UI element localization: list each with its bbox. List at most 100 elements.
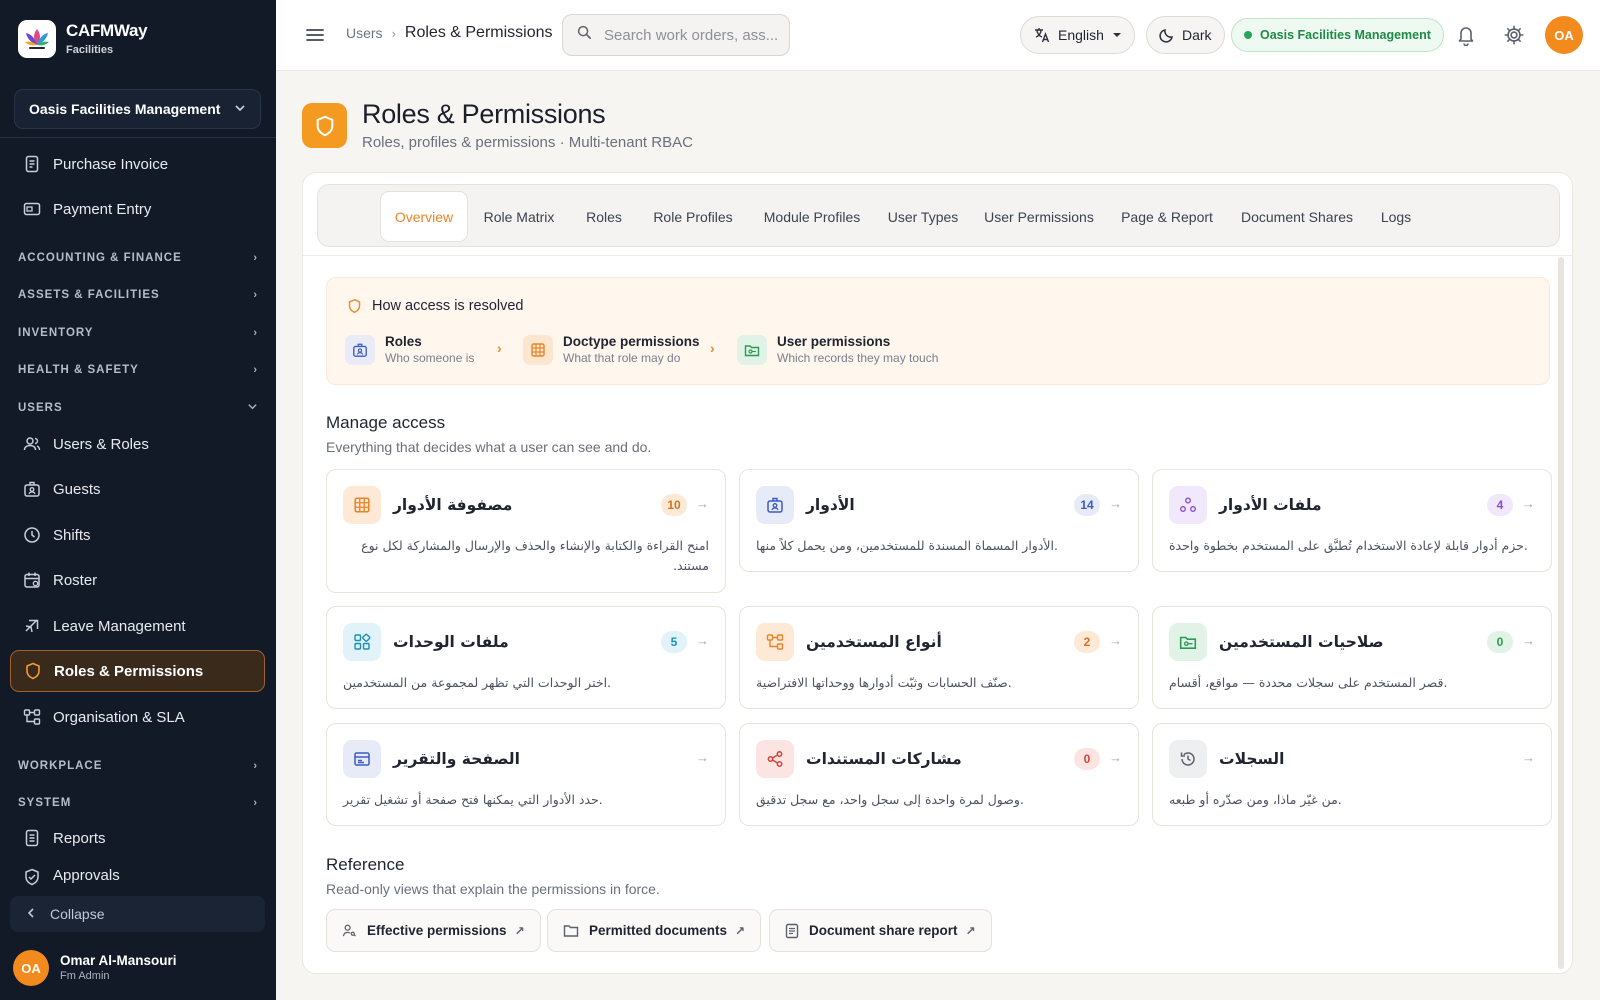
hamburger-menu-icon[interactable] [304,24,326,51]
sidebar-item-purchase-invoice[interactable]: Purchase Invoice [10,143,265,185]
tenant-select[interactable]: Oasis Facilities Management [14,89,261,129]
page-shield-icon [302,103,347,148]
chevron-right-icon: › [253,252,258,264]
sidebar-item-label: Shifts [53,526,91,544]
arrow-right-icon: → [1109,750,1122,765]
flow-step-doctype-permissions: Doctype permissions What that role may d… [523,334,700,366]
badge-icon [756,486,794,524]
section-assets-facilities[interactable]: ASSETS & FACILITIES › [18,284,258,306]
sidebar: CAFMWay Facilities Oasis Facilities Mana… [0,0,276,1000]
section-health-safety[interactable]: HEALTH & SAFETY › [18,359,258,381]
tab-page-report[interactable]: Page & Report [1112,191,1222,242]
section-accounting-finance[interactable]: ACCOUNTING & FINANCE › [18,247,258,269]
breadcrumb-separator-icon: › [391,25,396,41]
external-link-icon: ↗ [735,923,746,938]
tabs-divider [303,255,1572,256]
guest-badge-icon [22,479,42,499]
tab-document-shares[interactable]: Document Shares [1232,191,1362,242]
language-label: English [1058,27,1104,43]
page-subtitle: Roles, profiles & permissions · Multi-te… [362,134,693,151]
tab-bar: Overview Role Matrix Roles Role Profiles… [317,184,1560,247]
document-share-report-button[interactable]: Document share report ↗ [769,909,992,952]
tab-role-matrix[interactable]: Role Matrix [474,191,564,242]
search-input[interactable] [604,26,784,44]
card-user-types[interactable]: أنواع المستخدمين 2 → .صنّف الحسابات وثبّ… [739,606,1139,709]
section-users[interactable]: USERS [18,397,258,419]
arrow-right-icon: → [1522,496,1535,511]
sidebar-item-leave-management[interactable]: Leave Management [10,605,265,647]
card-role-matrix[interactable]: مصفوفة الأدوار 10 → امنح القراءة والكتاب… [326,469,726,593]
sidebar-item-users-roles[interactable]: Users & Roles [10,423,265,465]
sidebar-item-reports[interactable]: Reports [10,817,265,859]
tab-user-permissions[interactable]: User Permissions [976,191,1102,242]
section-label: USERS [18,402,63,414]
section-workplace[interactable]: WORKPLACE › [18,755,258,777]
access-resolution-title: How access is resolved [347,298,524,314]
id-badge-icon [345,335,375,366]
section-label: WORKPLACE [18,760,103,772]
tab-roles[interactable]: Roles [574,191,634,242]
button-label: Document share report [809,923,958,938]
collapse-button[interactable]: Collapse [10,896,265,932]
card-description: امنح القراءة والكتابة والإنشاء والحذف وا… [361,538,709,573]
external-link-icon: ↗ [514,923,525,938]
chevron-right-icon: › [497,340,502,356]
tab-logs[interactable]: Logs [1372,191,1420,242]
document-icon [785,923,799,939]
theme-toggle[interactable]: Dark [1146,16,1225,54]
bell-icon[interactable] [1456,24,1476,51]
org-chart-icon [22,707,42,727]
section-system[interactable]: SYSTEM › [18,792,258,814]
card-document-shares[interactable]: مشاركات المستندات 0 → .وصول لمرة واحدة إ… [739,723,1139,826]
effective-permissions-button[interactable]: Effective permissions ↗ [326,909,541,952]
section-label: HEALTH & SAFETY [18,364,139,376]
card-roles[interactable]: الأدوار 14 → .الأدوار المسماة المسندة لل… [739,469,1139,572]
invoice-icon [22,154,42,174]
sidebar-item-guests[interactable]: Guests [10,468,265,510]
card-title: السجلات [1219,750,1285,768]
sidebar-user[interactable]: OA Omar Al-Mansouri Fm Admin [13,950,177,986]
card-page-report[interactable]: الصفحة والتقرير → .حدد الأدوار التي يمكن… [326,723,726,826]
section-inventory[interactable]: INVENTORY › [18,322,258,344]
card-description: .حزم أدوار قابلة لإعادة الاستخدام تُطبَّ… [1169,538,1528,553]
count-badge: 0 [1074,748,1100,770]
breadcrumb-users[interactable]: Users [346,25,383,41]
permitted-documents-button[interactable]: Permitted documents ↗ [547,909,762,952]
language-select[interactable]: English [1020,16,1135,54]
card-user-permissions[interactable]: صلاحيات المستخدمين 0 → .قصر المستخدم على… [1152,606,1552,709]
search-box[interactable] [562,14,790,56]
brand[interactable]: CAFMWay Facilities [18,20,148,58]
sidebar-item-roles-permissions[interactable]: Roles & Permissions [10,650,265,692]
breadcrumb-current: Roles & Permissions [404,24,553,41]
flow-step-title: Doctype permissions [563,334,700,349]
flow-step-subtitle: Who someone is [385,350,475,365]
sidebar-item-approvals[interactable]: Approvals [10,863,265,889]
button-label: Permitted documents [589,923,728,938]
button-label: Effective permissions [367,923,507,938]
sidebar-item-payment-entry[interactable]: Payment Entry [10,188,265,230]
sidebar-item-shifts[interactable]: Shifts [10,514,265,556]
card-description: .الأدوار المسماة المسندة للمستخدمين، ومن… [756,538,1058,553]
card-module-profiles[interactable]: ملفات الوحدات 5 → .اختر الوحدات التي تظه… [326,606,726,709]
card-logs[interactable]: السجلات → .من غيّر ماذا، ومن صدّره أو طب… [1152,723,1552,826]
arrow-right-icon: → [1109,496,1122,511]
flow-step-roles: Roles Who someone is [345,334,474,366]
tab-role-profiles[interactable]: Role Profiles [643,191,743,242]
breadcrumb: Users › Roles & Permissions [346,24,553,42]
tab-overview[interactable]: Overview [380,191,468,242]
tab-user-types[interactable]: User Types [880,191,966,242]
chevron-down-icon [247,401,258,415]
folder-key-icon [737,335,767,366]
tenant-badge[interactable]: Oasis Facilities Management [1231,18,1444,52]
tab-module-profiles[interactable]: Module Profiles [753,191,871,242]
user-avatar[interactable]: OA [1545,16,1583,54]
card-role-profiles[interactable]: ملفات الأدوار 4 → .حزم أدوار قابلة لإعاد… [1152,469,1552,572]
scrollbar[interactable] [1558,257,1564,969]
sidebar-item-roster[interactable]: Roster [10,559,265,601]
arrow-right-icon: → [1522,633,1535,648]
section-label: ASSETS & FACILITIES [18,289,160,301]
count-badge: 5 [661,631,687,653]
sidebar-item-organisation-sla[interactable]: Organisation & SLA [10,696,265,738]
arrow-right-icon: → [696,633,709,648]
gear-icon[interactable] [1503,24,1525,51]
